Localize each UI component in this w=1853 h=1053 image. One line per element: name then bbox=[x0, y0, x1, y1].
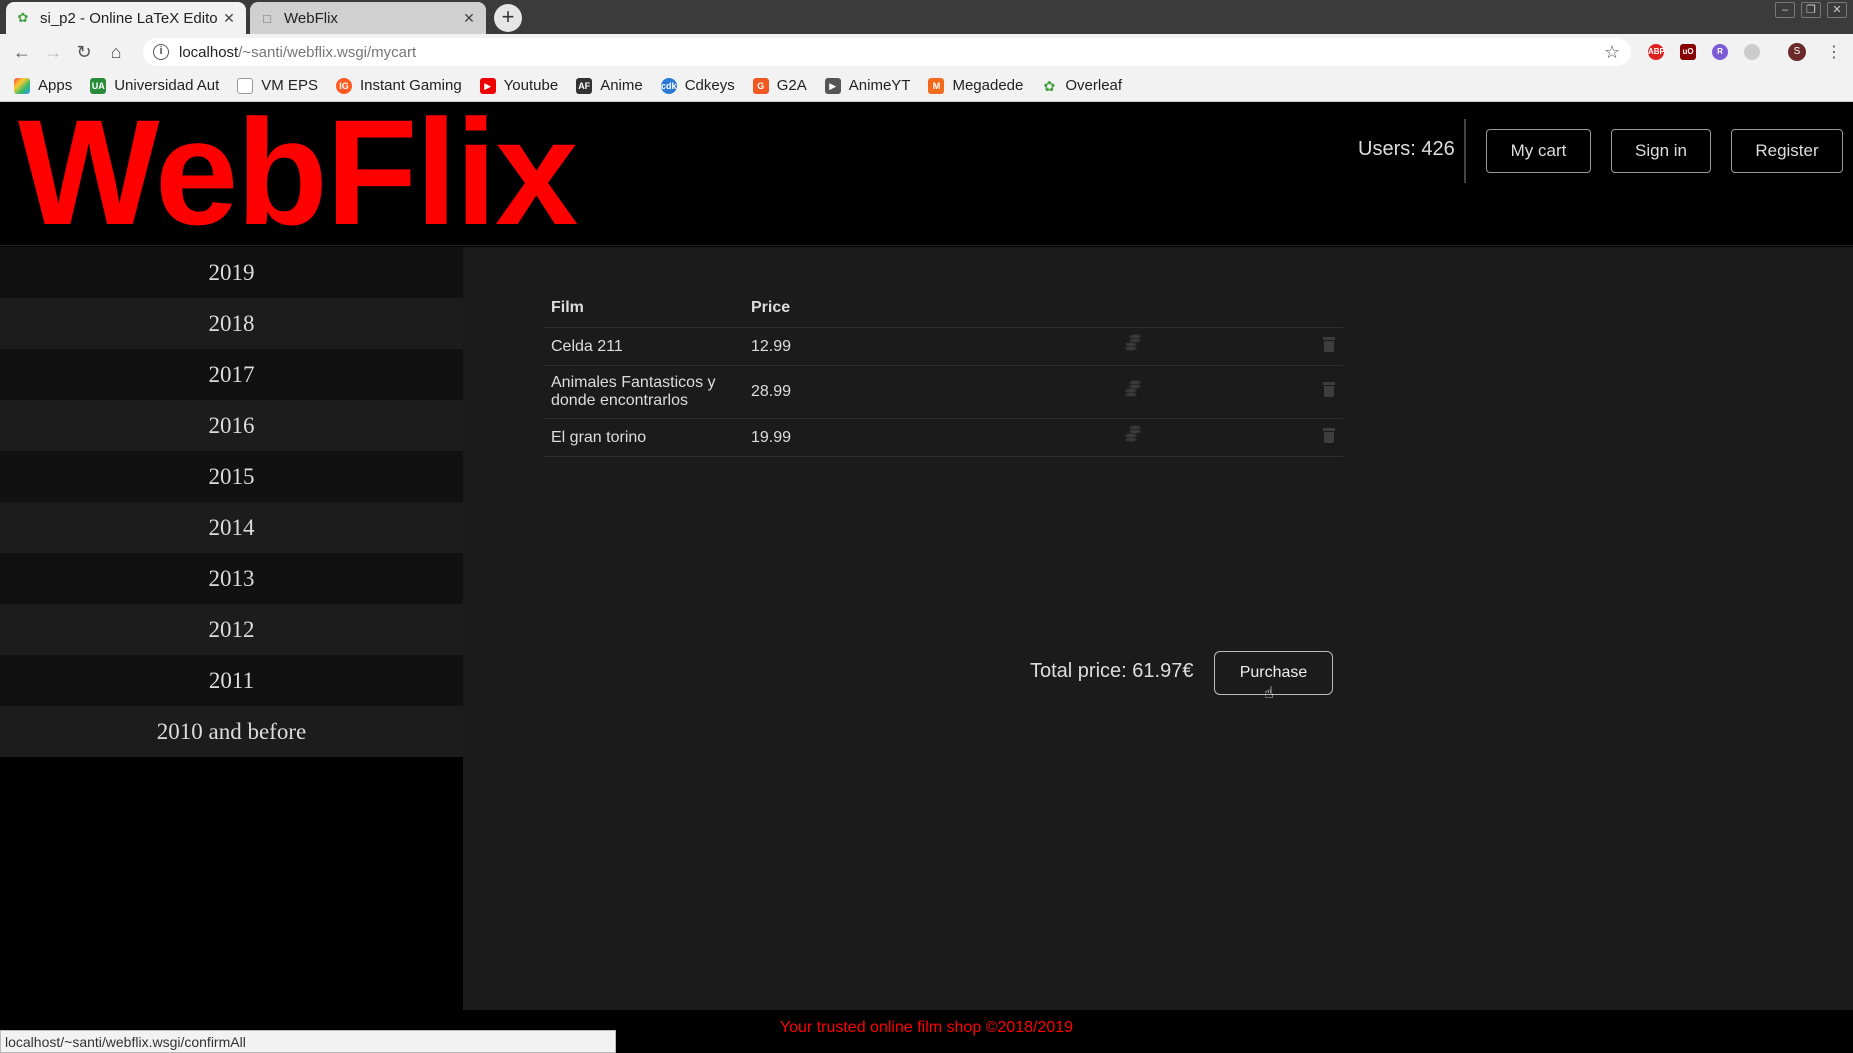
animeflv-icon: AF bbox=[576, 77, 593, 94]
sign-in-button[interactable]: Sign in bbox=[1611, 129, 1711, 173]
coins-icon[interactable] bbox=[1123, 334, 1143, 354]
year-sidebar: 2019 2018 2017 2016 2015 2014 2013 2012 … bbox=[0, 247, 463, 757]
extension-r-icon[interactable]: R bbox=[1712, 44, 1728, 60]
bookmark-animeyt[interactable]: ▶ AnimeYT bbox=[824, 77, 911, 94]
overleaf-icon: ✿ bbox=[17, 10, 29, 25]
trash-icon[interactable] bbox=[1323, 427, 1335, 443]
cart-content: Film Price Celda 211 12.99 Animales Fant… bbox=[463, 247, 1853, 1010]
bookmark-cdkeys[interactable]: cdk Cdkeys bbox=[660, 77, 735, 94]
bookmark-anime[interactable]: AF Anime bbox=[576, 77, 643, 94]
column-header-delete bbox=[1143, 289, 1343, 328]
column-header-film: Film bbox=[543, 289, 743, 328]
bookmark-label: G2A bbox=[776, 77, 807, 94]
webflix-page: WebFlix Users: 426 My cart Sign in Regis… bbox=[0, 97, 1853, 1053]
tab-label: WebFlix bbox=[284, 9, 338, 27]
bookmark-g2a[interactable]: G G2A bbox=[752, 77, 807, 94]
overleaf-icon: ✿ bbox=[1043, 77, 1056, 94]
url-host: localhost bbox=[179, 43, 239, 61]
film-title: El gran torino bbox=[543, 418, 743, 457]
site-header: WebFlix Users: 426 My cart Sign in Regis… bbox=[0, 97, 1853, 247]
info-icon[interactable]: i bbox=[153, 44, 169, 60]
minimize-icon[interactable]: – bbox=[1775, 2, 1795, 18]
sidebar-year-2011[interactable]: 2011 bbox=[0, 655, 463, 706]
table-header-row: Film Price bbox=[543, 289, 1343, 328]
delete-cell bbox=[1143, 327, 1343, 366]
film-price: 28.99 bbox=[743, 365, 863, 419]
bookmark-label: Megadede bbox=[952, 77, 1024, 94]
bookmark-label: Cdkeys bbox=[684, 77, 735, 94]
browser-menu-icon[interactable]: ⋮ bbox=[1826, 42, 1842, 62]
coins-icon[interactable] bbox=[1123, 425, 1143, 445]
buy-cell bbox=[863, 365, 1143, 419]
status-bar-url: localhost/~santi/webflix.wsgi/confirmAll bbox=[0, 1030, 616, 1053]
browser-toolbar: ← → ↻ ⌂ i localhost/~santi/webflix.wsgi/… bbox=[0, 34, 1853, 70]
hand-cursor-icon: ☝ bbox=[1264, 685, 1274, 702]
film-price: 12.99 bbox=[743, 327, 863, 366]
bookmark-megadede[interactable]: M Megadede bbox=[928, 77, 1023, 94]
film-title: Celda 211 bbox=[543, 327, 743, 366]
table-row: El gran torino 19.99 bbox=[543, 418, 1343, 457]
sidebar-year-2017[interactable]: 2017 bbox=[0, 349, 463, 400]
bookmark-label: Anime bbox=[600, 77, 643, 94]
document-icon: □ bbox=[263, 10, 271, 26]
close-window-icon[interactable]: ✕ bbox=[1827, 2, 1847, 18]
extension-gray-icon[interactable] bbox=[1744, 44, 1760, 60]
bookmark-label: Overleaf bbox=[1065, 77, 1123, 94]
sidebar-year-2012[interactable]: 2012 bbox=[0, 604, 463, 655]
bookmark-star-icon[interactable]: ☆ bbox=[1604, 42, 1620, 63]
column-header-price: Price bbox=[743, 289, 863, 328]
url-path: /~santi/webflix.wsgi/mycart bbox=[238, 43, 417, 61]
home-icon[interactable]: ⌂ bbox=[106, 42, 126, 62]
tab-webflix[interactable]: □ WebFlix ✕ bbox=[250, 2, 486, 34]
close-tab-icon[interactable]: ✕ bbox=[222, 10, 236, 27]
trash-icon[interactable] bbox=[1323, 336, 1335, 352]
total-price: Total price: 61.97€ bbox=[1030, 660, 1194, 682]
forward-arrow-icon[interactable]: → bbox=[43, 42, 63, 62]
tab-overleaf[interactable]: ✿ si_p2 - Online LaTeX Edito ✕ bbox=[6, 2, 246, 34]
bookmark-overleaf[interactable]: ✿ Overleaf bbox=[1041, 77, 1122, 94]
delete-cell bbox=[1143, 418, 1343, 457]
delete-cell bbox=[1143, 365, 1343, 419]
tab-label: si_p2 - Online LaTeX Edito bbox=[40, 9, 218, 27]
sidebar-year-2018[interactable]: 2018 bbox=[0, 298, 463, 349]
address-bar[interactable]: i localhost/~santi/webflix.wsgi/mycart bbox=[143, 38, 1631, 66]
bookmark-label: AnimeYT bbox=[848, 77, 911, 94]
ublock-icon[interactable]: uO bbox=[1680, 44, 1696, 60]
users-count: Users: 426 bbox=[1358, 138, 1455, 160]
adblock-icon[interactable]: ABP bbox=[1648, 44, 1665, 60]
new-tab-button[interactable]: + bbox=[494, 4, 522, 32]
table-row: Celda 211 12.99 bbox=[543, 327, 1343, 366]
close-tab-icon[interactable]: ✕ bbox=[462, 10, 476, 27]
webflix-logo[interactable]: WebFlix bbox=[18, 97, 578, 247]
film-title: Animales Fantasticos y donde encontrarlo… bbox=[543, 365, 743, 419]
sidebar-year-2016[interactable]: 2016 bbox=[0, 400, 463, 451]
register-button[interactable]: Register bbox=[1731, 129, 1843, 173]
sidebar-year-2014[interactable]: 2014 bbox=[0, 502, 463, 553]
sidebar-year-2010-and-before[interactable]: 2010 and before bbox=[0, 706, 463, 757]
trash-icon[interactable] bbox=[1323, 382, 1335, 397]
sidebar-year-2019[interactable]: 2019 bbox=[0, 247, 463, 298]
sidebar-year-2013[interactable]: 2013 bbox=[0, 553, 463, 604]
cart-table: Film Price Celda 211 12.99 Animales Fant… bbox=[543, 289, 1343, 457]
buy-cell bbox=[863, 418, 1143, 457]
cdkeys-icon: cdk bbox=[660, 77, 677, 94]
megadede-icon: M bbox=[928, 77, 945, 94]
profile-avatar[interactable]: S bbox=[1788, 43, 1806, 61]
film-price: 19.99 bbox=[743, 418, 863, 457]
animeyt-icon: ▶ bbox=[824, 77, 841, 94]
browser-titlebar: ✿ si_p2 - Online LaTeX Edito ✕ □ WebFlix… bbox=[0, 0, 1853, 34]
g2a-icon: G bbox=[752, 77, 769, 94]
buy-cell bbox=[863, 327, 1143, 366]
column-header-buy bbox=[863, 289, 1143, 328]
my-cart-button[interactable]: My cart bbox=[1486, 129, 1591, 173]
coins-icon[interactable] bbox=[1123, 379, 1143, 400]
back-arrow-icon[interactable]: ← bbox=[12, 42, 32, 62]
reload-icon[interactable]: ↻ bbox=[74, 42, 94, 62]
window-controls: – ❐ ✕ bbox=[1775, 2, 1847, 18]
restore-icon[interactable]: ❐ bbox=[1801, 2, 1821, 18]
sidebar-year-2015[interactable]: 2015 bbox=[0, 451, 463, 502]
header-divider bbox=[1464, 119, 1466, 183]
table-row: Animales Fantasticos y donde encontrarlo… bbox=[543, 365, 1343, 419]
